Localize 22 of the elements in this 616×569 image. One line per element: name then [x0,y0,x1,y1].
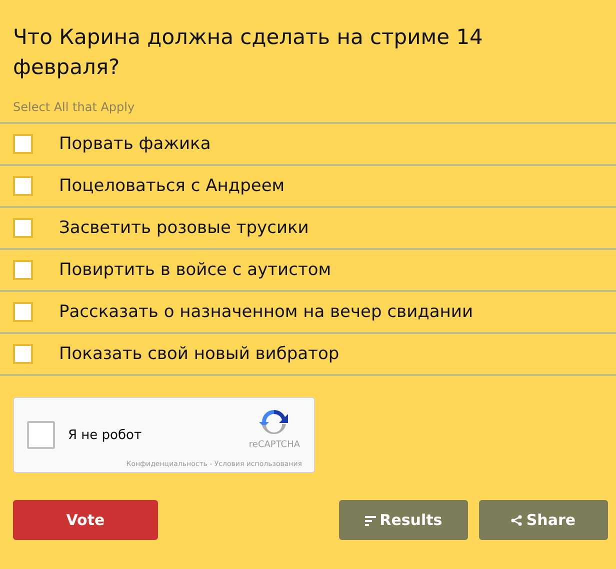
checkbox[interactable] [13,176,33,196]
option-label: Поцеловаться с Андреем [59,176,285,196]
vote-button[interactable]: Vote [13,500,158,540]
option-label: Засветить розовые трусики [59,218,309,238]
checkbox[interactable] [13,344,33,364]
option-label: Повиртить в войсе с аутистом [59,260,332,280]
checkbox[interactable] [13,218,33,238]
captcha-label: Я не робот [68,428,142,442]
option-label: Порвать фажика [59,134,211,154]
option-label: Рассказать о назначенном на вечер свидании [59,302,474,322]
share-button[interactable]: Share [478,500,608,540]
captcha-checkbox[interactable] [27,421,55,449]
option-label: Показать свой новый вибратор [59,344,340,364]
results-icon [364,514,376,526]
results-button[interactable]: Results [338,500,468,540]
checkbox[interactable] [13,134,33,154]
checkbox[interactable] [13,260,33,280]
poll-question: Что Карина должна сделать на стриме 14 февраля? [12,24,484,81]
select-hint: Select All that Apply [12,99,136,116]
share-icon [511,514,522,526]
recaptcha-brand: reCAPTCHA [248,440,300,450]
checkbox[interactable] [13,302,33,322]
